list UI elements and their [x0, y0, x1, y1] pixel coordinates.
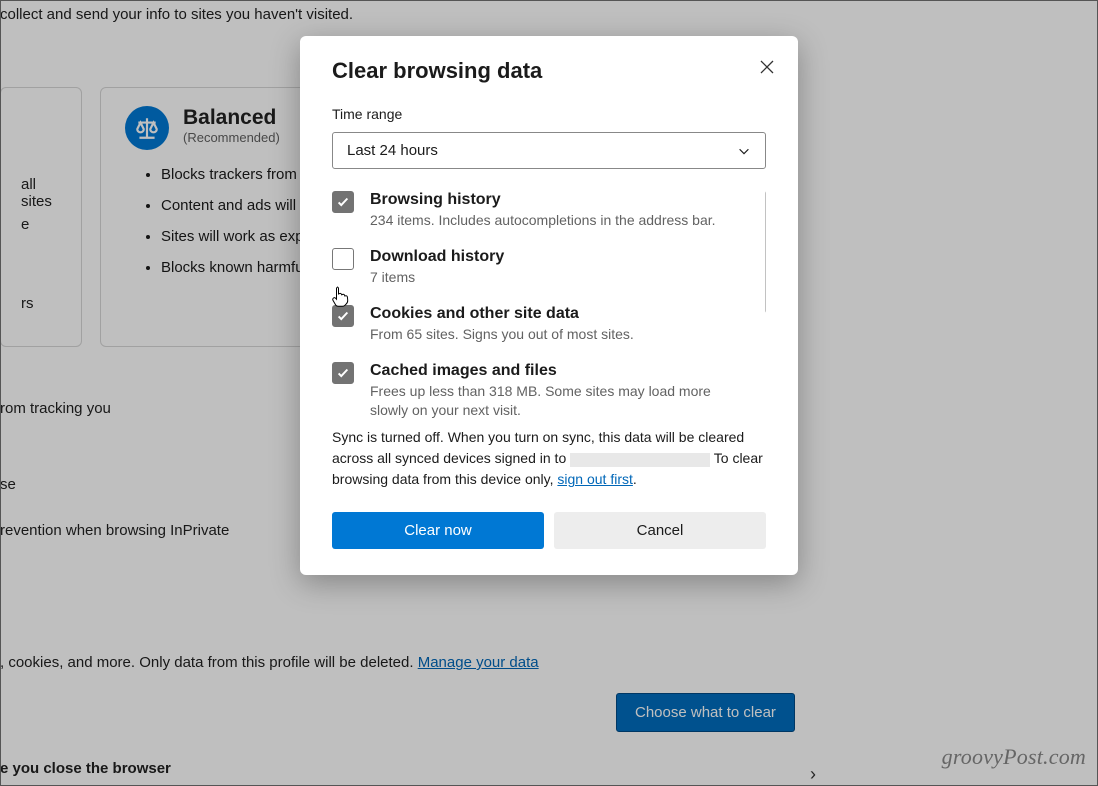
option-download-history: Download history 7 items	[332, 248, 750, 287]
cancel-button[interactable]: Cancel	[554, 512, 766, 549]
checkbox-browsing-history[interactable]	[332, 191, 354, 213]
sign-out-link[interactable]: sign out first	[557, 471, 632, 487]
option-desc: 234 items. Includes autocompletions in t…	[370, 211, 716, 230]
close-button[interactable]	[754, 54, 780, 80]
sync-period: .	[633, 471, 637, 487]
dialog-button-row: Clear now Cancel	[332, 512, 766, 549]
option-cached: Cached images and files Frees up less th…	[332, 362, 750, 420]
option-desc: Frees up less than 318 MB. Some sites ma…	[370, 382, 750, 420]
checkbox-download-history[interactable]	[332, 248, 354, 270]
time-range-select[interactable]: Last 24 hours	[332, 132, 766, 169]
option-cookies: Cookies and other site data From 65 site…	[332, 305, 750, 344]
scrollbar-thumb[interactable]	[765, 191, 766, 313]
option-title: Download history	[370, 248, 504, 266]
time-range-label: Time range	[332, 106, 766, 122]
checkbox-cookies[interactable]	[332, 305, 354, 327]
option-title: Cookies and other site data	[370, 305, 634, 323]
dialog-title: Clear browsing data	[332, 58, 766, 84]
checkbox-cached[interactable]	[332, 362, 354, 384]
time-range-value: Last 24 hours	[347, 142, 438, 159]
option-desc: From 65 sites. Signs you out of most sit…	[370, 325, 634, 344]
option-title: Cached images and files	[370, 362, 750, 380]
options-list: Browsing history 234 items. Includes aut…	[332, 191, 766, 419]
clear-browsing-data-dialog: Clear browsing data Time range Last 24 h…	[300, 36, 798, 575]
redacted-account: x	[570, 453, 710, 467]
sync-info-text: Sync is turned off. When you turn on syn…	[332, 427, 766, 490]
clear-now-button[interactable]: Clear now	[332, 512, 544, 549]
option-browsing-history: Browsing history 234 items. Includes aut…	[332, 191, 750, 230]
option-desc: 7 items	[370, 268, 504, 287]
close-icon	[759, 59, 775, 75]
chevron-down-icon	[737, 144, 751, 158]
option-title: Browsing history	[370, 191, 716, 209]
